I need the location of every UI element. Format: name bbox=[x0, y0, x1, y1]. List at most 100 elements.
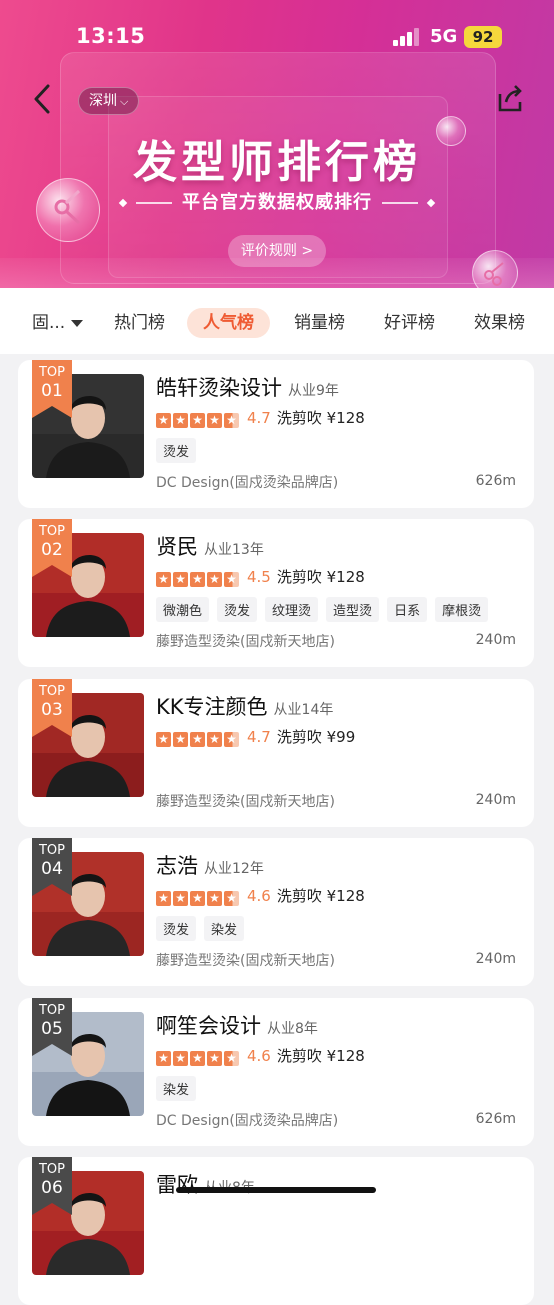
rank-badge-label: TOP bbox=[38, 843, 65, 858]
shop-name[interactable]: DC Design(固戍烫染品牌店) bbox=[156, 472, 338, 492]
service-price: 洗剪吹 ¥128 bbox=[276, 1047, 365, 1065]
share-icon bbox=[498, 85, 522, 112]
battery-icon: 92 bbox=[464, 26, 502, 48]
star-rating-icon: ★ ★ ★ ★ ★ bbox=[156, 410, 241, 428]
star-icon: ★ bbox=[173, 1050, 188, 1066]
stylist-name: KK专注颜色 bbox=[156, 695, 268, 719]
star-icon: ★ bbox=[190, 571, 205, 587]
service-tag: 烫发 bbox=[217, 597, 258, 622]
service-price: 洗剪吹 ¥128 bbox=[276, 409, 365, 427]
star-rating-icon: ★ ★ ★ ★ ★ bbox=[156, 888, 241, 906]
service-price: 洗剪吹 ¥128 bbox=[276, 568, 365, 586]
stylist-card[interactable]: TOP 01 皓轩烫染设计 从业9年 ★ ★ ★ ★ ★ 4.7 洗剪吹 ¥128 烫发 DC Desi… bbox=[18, 360, 534, 508]
stylist-name: 志浩 bbox=[156, 854, 198, 878]
star-half-icon: ★ bbox=[224, 1050, 239, 1066]
service-tag: 日系 bbox=[387, 597, 428, 622]
star-half-icon: ★ bbox=[224, 731, 239, 747]
rank-badge: TOP 02 bbox=[32, 519, 72, 577]
stylist-card[interactable]: TOP 04 志浩 从业12年 ★ ★ ★ ★ ★ 4.6 洗剪吹 ¥128 烫发 染发 藤野造型烫染(固… bbox=[18, 838, 534, 986]
service-price: 洗剪吹 ¥128 bbox=[276, 887, 365, 905]
shop-name[interactable]: 藤野造型烫染(固戍新天地店) bbox=[156, 631, 335, 651]
distance: 240m bbox=[475, 632, 516, 648]
rating-rules-button[interactable]: 评价规则 > bbox=[228, 235, 326, 267]
page-subtitle: 平台官方数据权威排行 bbox=[182, 192, 372, 213]
diamond-decoration bbox=[426, 198, 436, 208]
stylist-name-row: 贤民 从业13年 bbox=[156, 531, 264, 561]
rank-number: 05 bbox=[41, 1019, 63, 1039]
city-selector[interactable]: 深圳 ⌵ bbox=[78, 87, 140, 115]
service-tags: 染发 bbox=[156, 1076, 204, 1101]
back-button[interactable] bbox=[30, 82, 58, 116]
status-time: 13:15 bbox=[76, 24, 146, 48]
divider-line bbox=[136, 202, 172, 204]
rating-row: ★ ★ ★ ★ ★ 4.7 洗剪吹 ¥99 bbox=[156, 726, 355, 747]
rating-score: 4.6 bbox=[247, 887, 271, 905]
service-tag: 摩根烫 bbox=[435, 597, 489, 622]
experience-years: 从业14年 bbox=[273, 702, 334, 718]
rating-score: 4.6 bbox=[247, 1047, 271, 1065]
service-tag: 染发 bbox=[156, 1076, 197, 1101]
distance: 626m bbox=[475, 1111, 516, 1127]
star-rating-icon: ★ ★ ★ ★ ★ bbox=[156, 569, 241, 587]
star-icon: ★ bbox=[156, 571, 171, 587]
divider-line bbox=[382, 202, 418, 204]
ranking-tabs: 固... 热门榜 人气榜 销量榜 好评榜 效果榜 bbox=[0, 288, 554, 354]
service-tag: 染发 bbox=[204, 916, 245, 941]
district-filter[interactable]: 固... bbox=[32, 308, 84, 338]
diamond-decoration bbox=[118, 198, 128, 208]
service-tag: 纹理烫 bbox=[265, 597, 319, 622]
chevron-down-icon: ⌵ bbox=[120, 95, 129, 108]
page-title: 发型师排行榜 bbox=[133, 137, 421, 188]
tab-hot[interactable]: 热门榜 bbox=[114, 308, 165, 338]
tab-good-reviews[interactable]: 好评榜 bbox=[384, 308, 435, 338]
service-tags: 烫发 bbox=[156, 438, 204, 463]
service-tags: 烫发 染发 bbox=[156, 916, 252, 941]
service-tags: 微潮色 烫发 纹理烫 造型烫 日系 摩根烫 bbox=[156, 597, 496, 622]
rating-row: ★ ★ ★ ★ ★ 4.7 洗剪吹 ¥128 bbox=[156, 407, 365, 428]
rank-number: 06 bbox=[41, 1178, 63, 1198]
signal-icon bbox=[393, 28, 423, 46]
star-icon: ★ bbox=[156, 412, 171, 428]
experience-years: 从业13年 bbox=[204, 542, 264, 558]
distance: 626m bbox=[475, 473, 516, 489]
rating-row: ★ ★ ★ ★ ★ 4.6 洗剪吹 ¥128 bbox=[156, 1045, 365, 1066]
star-icon: ★ bbox=[190, 890, 205, 906]
stylist-name-row: 啊笙会设计 从业8年 bbox=[156, 1010, 318, 1040]
network-label: 5G bbox=[430, 26, 458, 47]
rating-score: 4.7 bbox=[247, 409, 271, 427]
star-icon: ★ bbox=[156, 731, 171, 747]
stylist-name: 皓轩烫染设计 bbox=[156, 376, 282, 400]
city-label: 深圳 bbox=[89, 93, 117, 109]
district-filter-label: 固... bbox=[32, 313, 66, 333]
header-banner: 13:15 5G 92 深圳 ⌵ 发型师排行榜 平台官方数据权威排行 评价规则 > bbox=[0, 0, 554, 288]
page-subtitle-row: 平台官方数据权威排行 bbox=[0, 188, 554, 214]
stylist-name-row: 雷欧从业8年 bbox=[156, 1169, 255, 1199]
service-tag: 造型烫 bbox=[326, 597, 380, 622]
rank-badge: TOP 01 bbox=[32, 360, 72, 418]
home-indicator bbox=[176, 1187, 376, 1193]
rank-badge-label: TOP bbox=[38, 1003, 65, 1018]
rank-number: 01 bbox=[41, 381, 63, 401]
tab-sales[interactable]: 销量榜 bbox=[294, 308, 345, 338]
stylist-name: 贤民 bbox=[156, 535, 198, 559]
stylist-card[interactable]: TOP 02 贤民 从业13年 ★ ★ ★ ★ ★ 4.5 洗剪吹 ¥128 微潮色 烫发 纹理烫 造型烫日… bbox=[18, 519, 534, 667]
stylist-card[interactable]: TOP06 雷欧从业8年 bbox=[18, 1157, 534, 1305]
share-button[interactable] bbox=[494, 82, 526, 114]
star-icon: ★ bbox=[156, 890, 171, 906]
service-tag: 烫发 bbox=[156, 438, 197, 463]
tab-effect[interactable]: 效果榜 bbox=[474, 308, 525, 338]
star-half-icon: ★ bbox=[224, 571, 239, 587]
star-icon: ★ bbox=[207, 571, 222, 587]
stylist-card[interactable]: TOP 03 KK专注颜色 从业14年 ★ ★ ★ ★ ★ 4.7 洗剪吹 ¥99 藤野造型烫染(固戍… bbox=[18, 679, 534, 827]
star-icon: ★ bbox=[173, 731, 188, 747]
experience-years: 从业12年 bbox=[204, 861, 264, 877]
shop-name[interactable]: 藤野造型烫染(固戍新天地店) bbox=[156, 791, 335, 811]
star-icon: ★ bbox=[190, 1050, 205, 1066]
distance: 240m bbox=[475, 792, 516, 808]
shop-name[interactable]: DC Design(固戍烫染品牌店) bbox=[156, 1110, 338, 1130]
shop-name[interactable]: 藤野造型烫染(固戍新天地店) bbox=[156, 950, 335, 970]
scissors-bubble-icon-right bbox=[472, 250, 518, 288]
stylist-card[interactable]: TOP 05 啊笙会设计 从业8年 ★ ★ ★ ★ ★ 4.6 洗剪吹 ¥128 染发 DC Desig… bbox=[18, 998, 534, 1146]
tab-popularity[interactable]: 人气榜 bbox=[187, 308, 270, 338]
star-icon: ★ bbox=[207, 731, 222, 747]
